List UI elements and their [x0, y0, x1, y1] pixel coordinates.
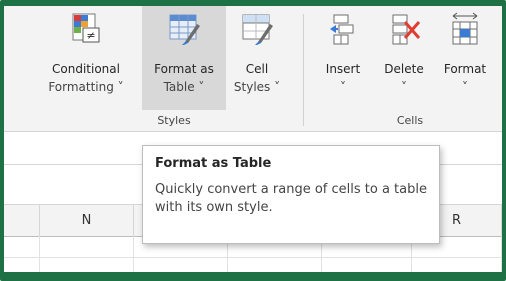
tooltip-body: Quickly convert a range of cells to a ta…: [155, 182, 427, 215]
format-cells-dropdown-label: ˅: [462, 80, 468, 94]
format-as-table-icon: [167, 12, 201, 46]
format-as-table-dropdown-label: Table ˅: [163, 80, 205, 94]
svg-text:≠: ≠: [86, 29, 95, 42]
format-as-table-button[interactable]: Format as Table ˅: [142, 6, 226, 110]
delete-cells-label: Delete: [384, 62, 424, 76]
excel-window: ≠ Conditional Formatting ˅ Format as Tab…: [0, 0, 506, 281]
column-header-m[interactable]: [4, 205, 40, 236]
conditional-formatting-dropdown-label: Formatting ˅: [48, 80, 124, 94]
format-cells-label: Format: [443, 62, 487, 76]
delete-cells-dropdown-label: ˅: [401, 80, 407, 94]
delete-cells-icon: [387, 12, 421, 46]
cell[interactable]: [40, 236, 134, 258]
conditional-formatting-label: Conditional: [52, 62, 120, 76]
format-cells-button[interactable]: Format ˅: [434, 6, 496, 110]
cell-styles-dropdown-label: Styles ˅: [233, 80, 281, 94]
ribbon: ≠ Conditional Formatting ˅ Format as Tab…: [4, 6, 502, 132]
delete-cells-button[interactable]: Delete ˅: [376, 6, 432, 110]
conditional-formatting-icon: ≠: [69, 12, 103, 46]
tooltip-title: Format as Table: [155, 156, 272, 171]
group-separator: [303, 14, 304, 126]
window-bottom-border: [4, 272, 502, 277]
column-header-n[interactable]: N: [40, 205, 134, 236]
cells-group-label: Cells: [396, 114, 424, 127]
insert-cells-icon: [326, 12, 360, 46]
cell[interactable]: [4, 236, 40, 258]
insert-cells-label: Insert: [325, 62, 361, 76]
cells-group: Insert ˅ Delete ˅ Format ˅ Cells: [310, 6, 502, 131]
cell-styles-label: Cell: [245, 62, 269, 76]
conditional-formatting-button[interactable]: ≠ Conditional Formatting ˅: [36, 6, 136, 110]
format-cells-icon: [448, 12, 482, 46]
insert-cells-button[interactable]: Insert ˅: [316, 6, 370, 110]
insert-cells-dropdown-label: ˅: [340, 80, 346, 94]
format-as-table-tooltip: Format as Table Quickly convert a range …: [142, 145, 440, 244]
format-as-table-label: Format as: [154, 62, 214, 76]
cell-styles-icon: [240, 12, 274, 46]
cell-styles-button[interactable]: Cell Styles ˅: [226, 6, 288, 110]
styles-group: ≠ Conditional Formatting ˅ Format as Tab…: [4, 6, 302, 131]
styles-group-label: Styles: [157, 114, 191, 127]
